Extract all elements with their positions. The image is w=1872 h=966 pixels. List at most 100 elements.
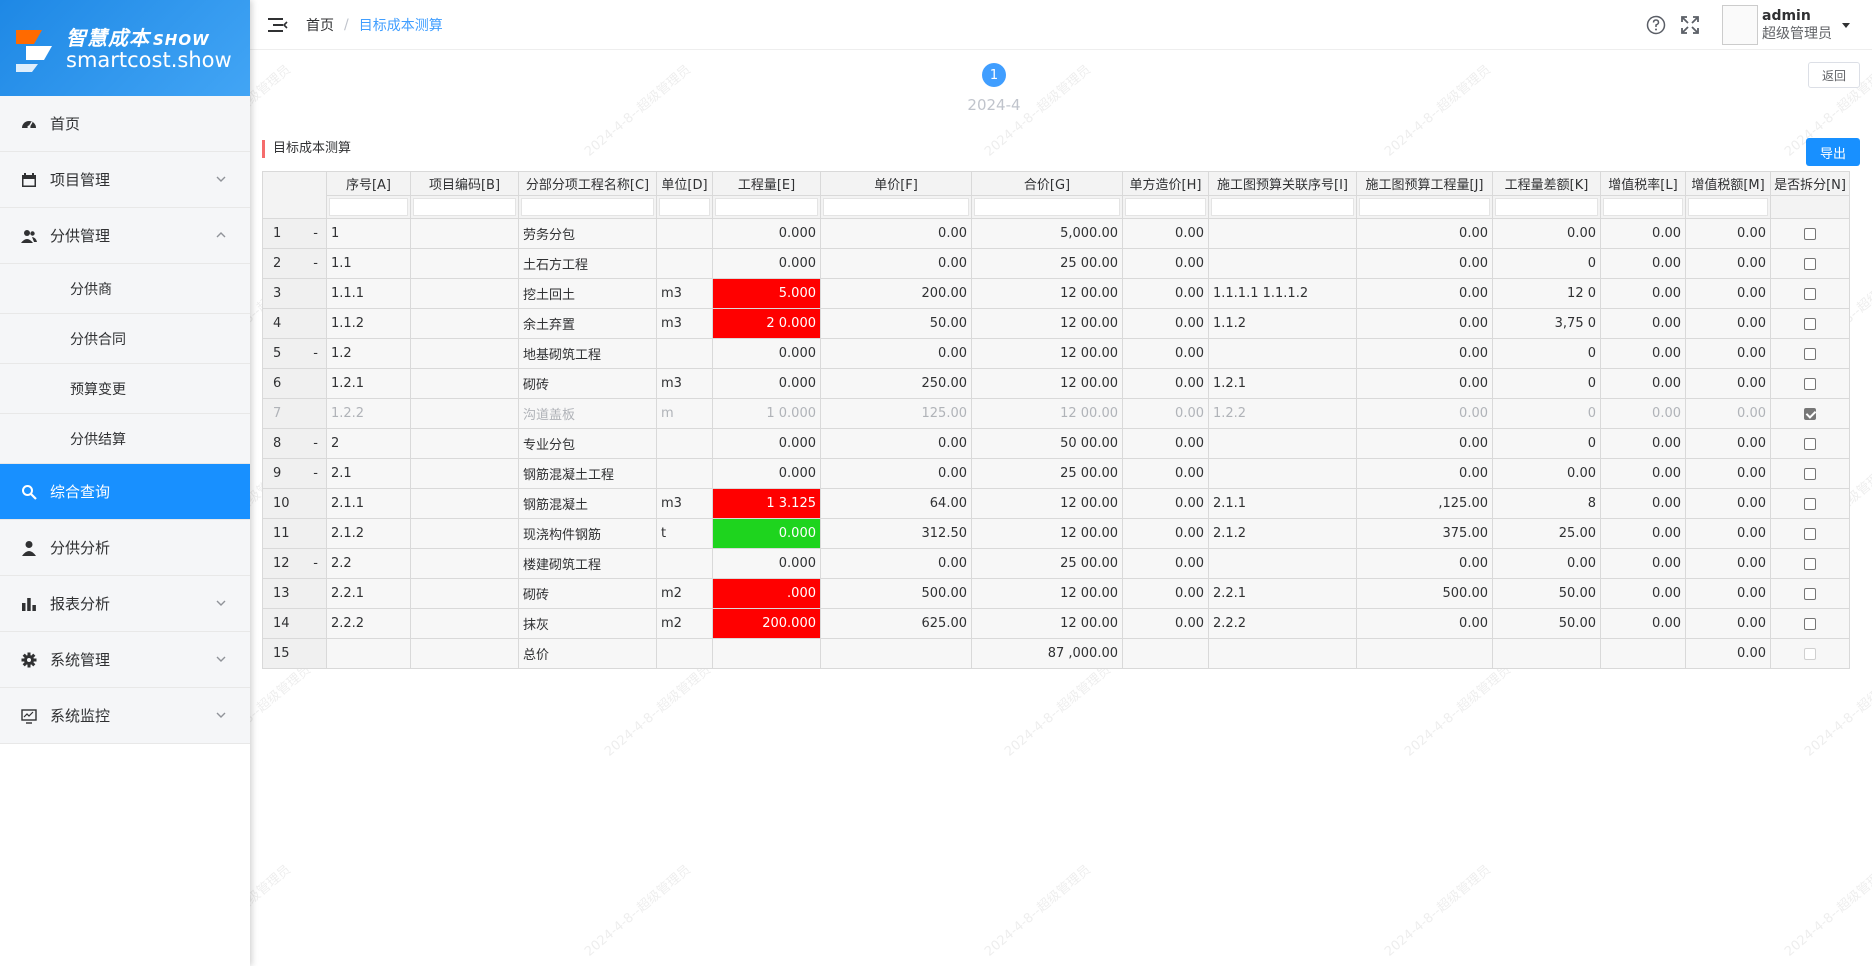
cell-n[interactable] [1770, 368, 1850, 399]
cell-g[interactable]: 25 00.00 [971, 548, 1123, 579]
cell-f[interactable]: 0.00 [820, 218, 972, 249]
cell-b[interactable] [410, 488, 519, 519]
cell-e[interactable]: .000 [712, 578, 821, 609]
cell-k[interactable]: 0 [1492, 248, 1601, 279]
cell-m[interactable]: 0.00 [1685, 638, 1771, 669]
table-row[interactable]: 9-2.1 钢筋混凝土工程 0.000 0.00 25 00.00 0.00 0.00 0.0… [262, 458, 1850, 489]
row-number-cell[interactable]: 13 [262, 578, 327, 609]
column-filter-input[interactable] [521, 198, 654, 216]
cell-e[interactable]: 5.000 [712, 278, 821, 309]
split-checkbox[interactable] [1804, 617, 1816, 630]
cell-b[interactable] [410, 368, 519, 399]
cell-f[interactable]: 625.00 [820, 608, 972, 639]
sidebar-subitem-settlement[interactable]: 分供结算 [0, 414, 250, 464]
cell-a[interactable]: 2.2.2 [326, 608, 411, 639]
table-row[interactable]: 13 2.2.1 砌砖 m2.000 500.00 12 00.00 0.00 2.2.1 50… [262, 578, 1850, 609]
cell-f[interactable]: 64.00 [820, 488, 972, 519]
cell-d[interactable] [656, 458, 713, 489]
split-checkbox[interactable] [1804, 407, 1816, 420]
cell-l[interactable]: 0.00 [1600, 398, 1686, 429]
cell-b[interactable] [410, 338, 519, 369]
cell-n[interactable] [1770, 548, 1850, 579]
user-info[interactable]: admin 超级管理员 [1762, 7, 1832, 43]
cell-l[interactable] [1600, 638, 1686, 669]
sidebar-item-subcontract[interactable]: 分供管理 [0, 208, 250, 264]
cell-g[interactable]: 12 00.00 [971, 398, 1123, 429]
cell-e[interactable]: 0.000 [712, 338, 821, 369]
cell-j[interactable]: 375.00 [1356, 518, 1493, 549]
cell-a[interactable]: 1.2.1 [326, 368, 411, 399]
cell-m[interactable]: 0.00 [1685, 218, 1771, 249]
cell-n[interactable] [1770, 578, 1850, 609]
cell-k[interactable]: 3,75 0 [1492, 308, 1601, 339]
cell-e[interactable]: 0.000 [712, 458, 821, 489]
cell-l[interactable]: 0.00 [1600, 308, 1686, 339]
cell-a[interactable]: 2.1 [326, 458, 411, 489]
cell-d[interactable]: m3 [656, 278, 713, 309]
sidebar-item-analysis[interactable]: 分供分析 [0, 520, 250, 576]
cell-j[interactable]: 0.00 [1356, 278, 1493, 309]
cell-m[interactable]: 0.00 [1685, 578, 1771, 609]
cell-f[interactable]: 200.00 [820, 278, 972, 309]
cell-b[interactable] [410, 638, 519, 669]
row-number-cell[interactable]: 9- [262, 458, 327, 489]
cell-c[interactable]: 土石方工程 [518, 248, 657, 279]
cell-k[interactable]: 50.00 [1492, 578, 1601, 609]
row-number-cell[interactable]: 15 [262, 638, 327, 669]
column-filter-input[interactable] [823, 198, 969, 216]
cell-d[interactable] [656, 548, 713, 579]
row-number-cell[interactable]: 4 [262, 308, 327, 339]
cell-k[interactable]: 0.00 [1492, 548, 1601, 579]
cell-b[interactable] [410, 428, 519, 459]
sidebar-item-projects[interactable]: 项目管理 [0, 152, 250, 208]
cell-l[interactable]: 0.00 [1600, 218, 1686, 249]
cell-m[interactable]: 0.00 [1685, 278, 1771, 309]
cell-b[interactable] [410, 278, 519, 309]
cell-k[interactable]: 8 [1492, 488, 1601, 519]
cell-m[interactable]: 0.00 [1685, 548, 1771, 579]
avatar[interactable] [1722, 5, 1758, 45]
cell-m[interactable]: 0.00 [1685, 398, 1771, 429]
table-row[interactable]: 1-1 劳务分包 0.000 0.00 5,000.00 0.00 0.00 0.00 0.00… [262, 218, 1850, 249]
table-row[interactable]: 10 2.1.1 钢筋混凝土 m3 1 3.125 64.00 12 00.00 0.00 2.… [262, 488, 1850, 519]
cell-d[interactable]: m2 [656, 608, 713, 639]
cell-k[interactable] [1492, 638, 1601, 669]
cell-e[interactable]: 1 3.125 [712, 488, 821, 519]
cell-b[interactable] [410, 608, 519, 639]
cell-n[interactable] [1770, 518, 1850, 549]
cell-k[interactable]: 0 [1492, 428, 1601, 459]
cell-g[interactable]: 12 00.00 [971, 578, 1123, 609]
cell-g[interactable]: 12 00.00 [971, 338, 1123, 369]
cell-a[interactable]: 1 [326, 218, 411, 249]
cell-f[interactable]: 500.00 [820, 578, 972, 609]
table-row[interactable]: 6 1.2.1 砌砖 m3 0.000 250.00 12 00.00 0.00 1.2.1 0.… [262, 368, 1850, 399]
cell-j[interactable]: 0.00 [1356, 428, 1493, 459]
column-filter-input[interactable] [1688, 198, 1768, 216]
cell-c[interactable]: 钢筋混凝土 [518, 488, 657, 519]
row-number-cell[interactable]: 2- [262, 248, 327, 279]
split-checkbox[interactable] [1804, 437, 1816, 450]
menu-toggle-icon[interactable] [268, 17, 288, 33]
brand-logo[interactable]: 智慧成本 SHOW smartcost.show [0, 0, 250, 96]
cell-a[interactable]: 2 [326, 428, 411, 459]
cell-f[interactable] [820, 638, 972, 669]
cell-n[interactable] [1770, 308, 1850, 339]
row-collapse-toggle[interactable]: - [313, 556, 318, 571]
split-checkbox[interactable] [1804, 287, 1816, 300]
cell-d[interactable] [656, 338, 713, 369]
cell-j[interactable]: 0.00 [1356, 368, 1493, 399]
table-row[interactable]: 15 总价 87 ,000.00 0.00 [262, 638, 1850, 669]
cell-a[interactable]: 1.1.1 [326, 278, 411, 309]
cell-h[interactable]: 0.00 [1122, 368, 1209, 399]
breadcrumb-home[interactable]: 首页 [306, 15, 334, 35]
cell-d[interactable]: m3 [656, 488, 713, 519]
sidebar-subitem-budget-change[interactable]: 预算变更 [0, 364, 250, 414]
split-checkbox[interactable] [1804, 257, 1816, 270]
table-row[interactable]: 4 1.1.2 余土弃置 m3 2 0.000 50.00 12 00.00 0.00 1.1.… [262, 308, 1850, 339]
sidebar-subitem-contracts[interactable]: 分供合同 [0, 314, 250, 364]
export-button[interactable]: 导出 [1805, 138, 1860, 166]
cell-m[interactable]: 0.00 [1685, 368, 1771, 399]
cell-j[interactable]: 0.00 [1356, 248, 1493, 279]
cell-h[interactable]: 0.00 [1122, 428, 1209, 459]
cell-a[interactable] [326, 638, 411, 669]
